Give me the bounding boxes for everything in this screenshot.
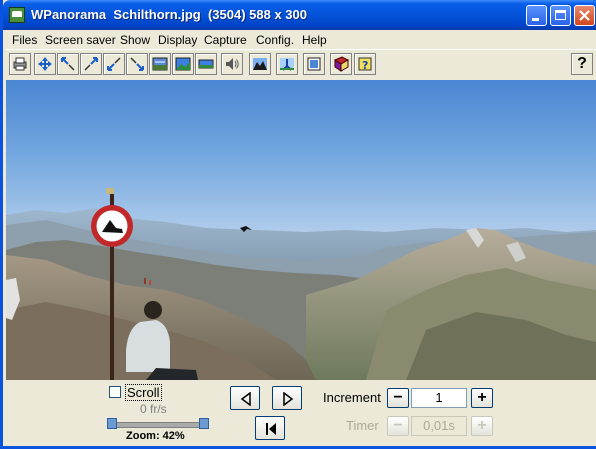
scroll-left-button[interactable] bbox=[230, 386, 260, 410]
svg-text:?: ? bbox=[362, 59, 368, 72]
help-book-button[interactable]: ? bbox=[354, 53, 376, 75]
help-button[interactable]: ? bbox=[571, 53, 593, 75]
print-button[interactable] bbox=[9, 53, 31, 75]
zoom-in-button[interactable] bbox=[80, 53, 102, 75]
mountain-button[interactable] bbox=[249, 53, 271, 75]
zoom-out-icon bbox=[61, 57, 75, 71]
zoom-in-icon bbox=[84, 57, 98, 71]
menu-bar: Files Screen saver Show Display Capture … bbox=[6, 30, 596, 49]
app-icon bbox=[9, 7, 25, 23]
increment-label: Increment bbox=[323, 390, 381, 405]
scroll-right-button[interactable] bbox=[272, 386, 302, 410]
image-size-button[interactable] bbox=[149, 53, 171, 75]
menu-files[interactable]: Files bbox=[12, 33, 37, 47]
zoom-slider-min-thumb[interactable] bbox=[107, 418, 117, 429]
image-size-icon bbox=[152, 57, 168, 71]
maximize-button[interactable] bbox=[550, 5, 571, 26]
fit-icon bbox=[107, 57, 121, 71]
help-book-icon: ? bbox=[358, 57, 372, 72]
sound-button[interactable] bbox=[221, 53, 243, 75]
move-icon bbox=[38, 57, 52, 71]
app-window: WPanorama Schilthorn.jpg (3504) 588 x 30… bbox=[0, 0, 596, 449]
fps-readout: 0 fr/s bbox=[140, 402, 167, 416]
toolbar: ? ? bbox=[6, 49, 596, 80]
triangle-right-icon bbox=[283, 392, 294, 406]
menu-show[interactable]: Show bbox=[120, 33, 150, 47]
zoom-out-button[interactable] bbox=[57, 53, 79, 75]
timer-plus-button[interactable]: + bbox=[471, 416, 493, 436]
scroll-label[interactable]: Scroll bbox=[125, 384, 162, 401]
landscape-icon bbox=[175, 57, 191, 71]
stretch-icon bbox=[198, 59, 214, 69]
triangle-left-icon bbox=[240, 392, 251, 406]
timer-label: Timer bbox=[346, 418, 379, 433]
expand-button[interactable] bbox=[126, 53, 148, 75]
book-button[interactable] bbox=[330, 53, 352, 75]
print-icon bbox=[13, 57, 27, 71]
close-button[interactable] bbox=[574, 5, 595, 26]
menu-capture[interactable]: Capture bbox=[204, 33, 247, 47]
zoom-readout: Zoom: 42% bbox=[126, 430, 185, 442]
increment-minus-button[interactable]: − bbox=[387, 388, 409, 408]
increment-plus-button[interactable]: + bbox=[471, 388, 493, 408]
landscape-button[interactable] bbox=[172, 53, 194, 75]
window-title: WPanorama Schilthorn.jpg (3504) 588 x 30… bbox=[31, 7, 307, 22]
mountain-icon bbox=[253, 58, 267, 70]
title-bar[interactable]: WPanorama Schilthorn.jpg (3504) 588 x 30… bbox=[3, 0, 596, 30]
frame-button[interactable] bbox=[303, 53, 325, 75]
expand-icon bbox=[130, 57, 144, 71]
skip-start-icon bbox=[266, 423, 276, 435]
timer-minus-button[interactable]: − bbox=[387, 416, 409, 436]
menu-screen-saver[interactable]: Screen saver bbox=[45, 33, 116, 47]
panorama-image[interactable] bbox=[6, 80, 596, 380]
scroll-checkbox[interactable] bbox=[109, 386, 121, 398]
menu-display[interactable]: Display bbox=[158, 33, 197, 47]
tripod-icon bbox=[280, 58, 294, 71]
sound-icon bbox=[226, 58, 239, 70]
book-icon bbox=[333, 56, 349, 72]
stretch-button[interactable] bbox=[195, 53, 217, 75]
timer-field[interactable]: 0,01s bbox=[411, 416, 467, 436]
increment-field[interactable]: 1 bbox=[411, 388, 467, 408]
move-button[interactable] bbox=[34, 53, 56, 75]
menu-help[interactable]: Help bbox=[302, 33, 327, 47]
control-panel: Scroll 0 fr/s Zoom: 42% Increment − 1 + … bbox=[6, 380, 596, 446]
menu-config[interactable]: Config. bbox=[256, 33, 294, 47]
zoom-slider-max-thumb[interactable] bbox=[199, 418, 209, 429]
fit-button[interactable] bbox=[103, 53, 125, 75]
close-icon bbox=[579, 10, 590, 21]
go-to-start-button[interactable] bbox=[255, 416, 285, 440]
tripod-button[interactable] bbox=[276, 53, 298, 75]
minimize-button[interactable] bbox=[526, 5, 547, 26]
schilthorn-panorama bbox=[6, 188, 596, 380]
frame-icon bbox=[307, 57, 321, 71]
zoom-slider-track[interactable] bbox=[111, 422, 209, 428]
